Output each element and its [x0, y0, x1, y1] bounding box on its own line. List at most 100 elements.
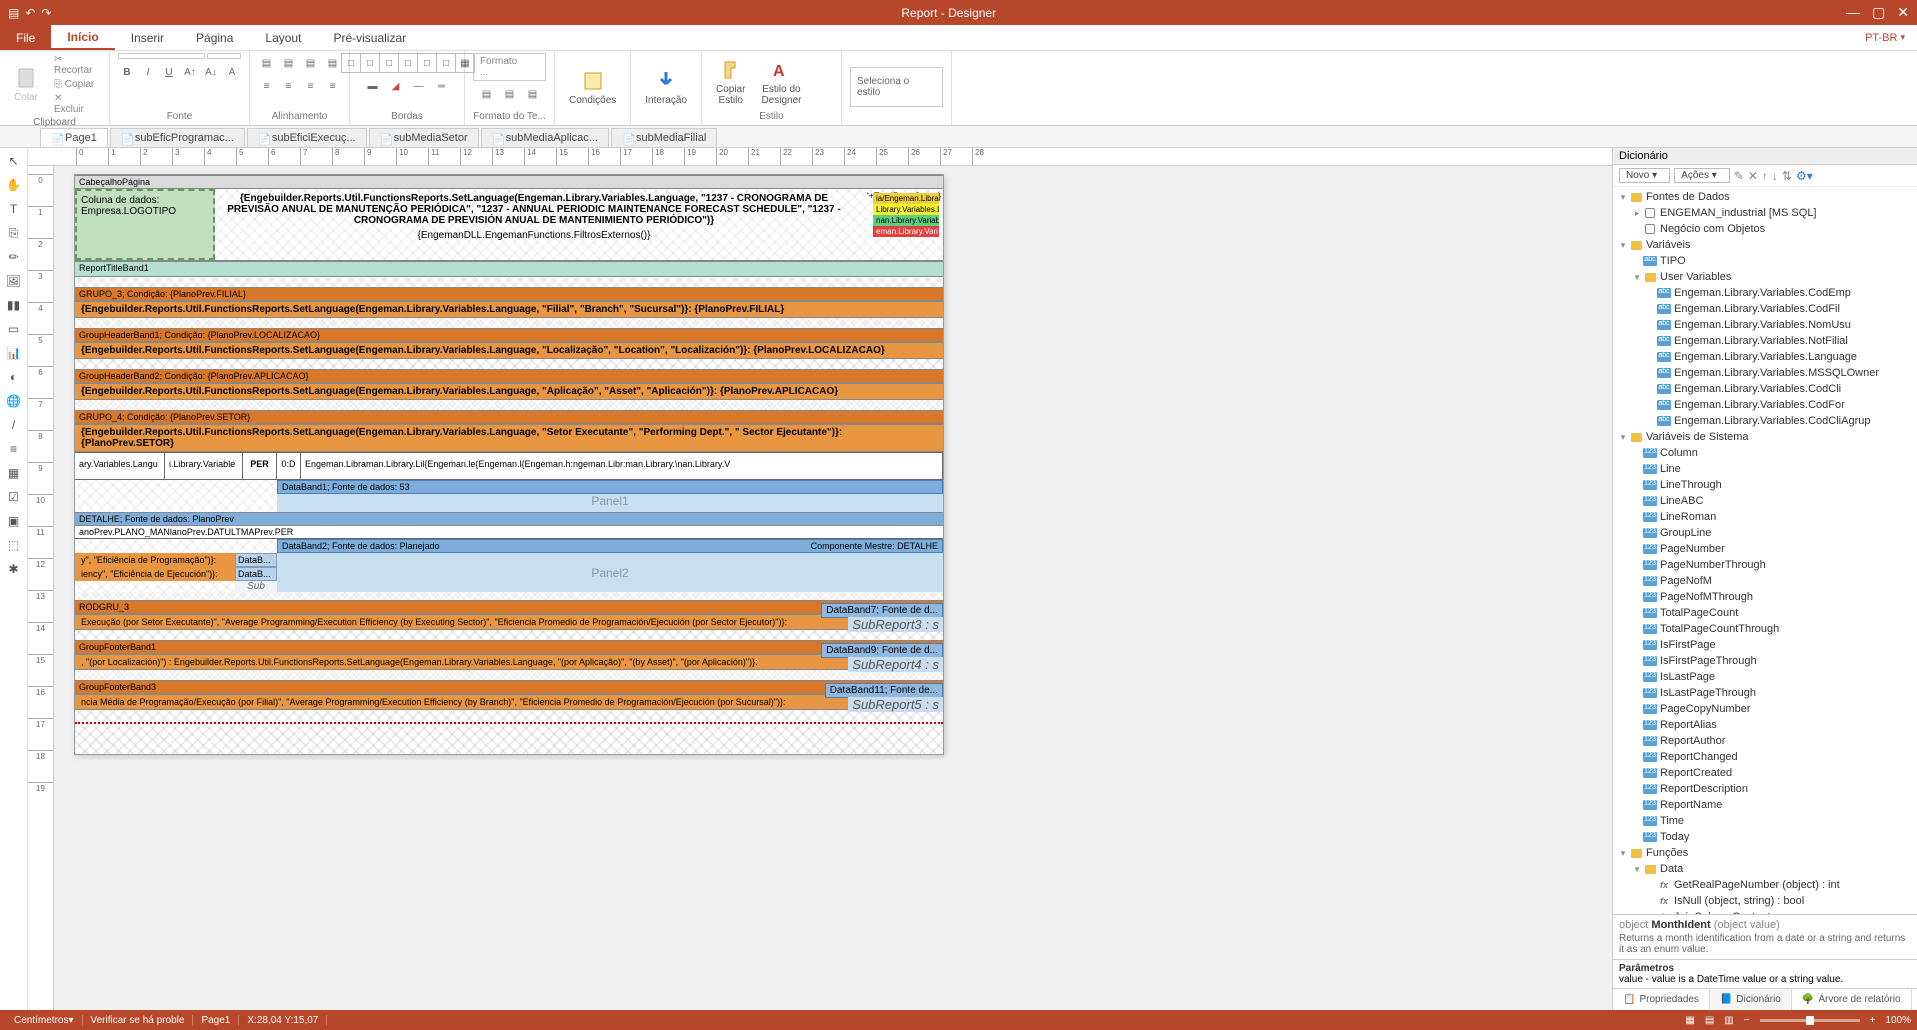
component-icon[interactable]: ⬚	[5, 536, 23, 554]
gf3-content[interactable]: ncia Média de Programação/Execução (por …	[75, 694, 943, 710]
conditions-button[interactable]: Condições	[563, 67, 622, 108]
shrink-font-icon[interactable]: A↓	[202, 62, 220, 82]
tree-item[interactable]: abcEngeman.Library.Variables.CodFil	[1613, 301, 1917, 317]
zoom-value[interactable]: 100%	[1885, 1015, 1911, 1026]
dict-down-icon[interactable]: ↓	[1772, 169, 1778, 183]
border-color-icon[interactable]: ◢	[386, 76, 406, 96]
doc-tab-1[interactable]: 📄subEficProgramac...	[110, 128, 245, 147]
dict-new-dropdown[interactable]: Novo ▾	[1619, 168, 1670, 183]
tree-item[interactable]: 123LineThrough	[1613, 477, 1917, 493]
databand1[interactable]: DataBand1; Fonte de dados: 53	[277, 480, 943, 494]
datab-chip-2[interactable]: DataB...	[235, 567, 277, 581]
fmt-3-icon[interactable]: ▤	[523, 84, 543, 104]
check-icon[interactable]: ☑	[5, 488, 23, 506]
border-weight-icon[interactable]: ═	[432, 76, 452, 96]
tree-item[interactable]: 123Line	[1613, 461, 1917, 477]
copy-tool-icon[interactable]: ⎘	[5, 224, 23, 242]
dict-tab-properties[interactable]: 📋 Propriedades	[1613, 989, 1710, 1010]
copy-button[interactable]: ⎘ Copiar	[48, 78, 101, 91]
tree-item[interactable]: fxGetRealPageNumber (object) : int	[1613, 877, 1917, 893]
report-title-band[interactable]: ReportTitleBand1	[75, 261, 943, 277]
tree-item[interactable]: ▾Fontes de Dados	[1613, 189, 1917, 205]
gf1-content[interactable]: , "(por Localización)") : Engebuilder.Re…	[75, 654, 943, 670]
chip-2[interactable]: Library.Variables.L	[873, 204, 939, 215]
status-units[interactable]: Centímetros▾	[6, 1015, 83, 1026]
chip-3[interactable]: nan.Library.Variabl	[873, 215, 939, 226]
fmt-1-icon[interactable]: ▤	[477, 84, 497, 104]
align-tc-icon[interactable]: ▤	[279, 53, 299, 73]
font-color-icon[interactable]: A	[223, 62, 241, 82]
sub-label[interactable]: Sub	[235, 581, 277, 592]
dict-edit-icon[interactable]: ✎	[1734, 169, 1744, 183]
tree-item[interactable]: 123PageNumber	[1613, 541, 1917, 557]
align-tj-icon[interactable]: ▤	[323, 53, 343, 73]
minimize-icon[interactable]: —	[1846, 4, 1860, 21]
file-tab[interactable]: File	[0, 25, 51, 50]
grupo3-text[interactable]: {Engebuilder.Reports.Util.FunctionsRepor…	[75, 301, 943, 318]
tree-item[interactable]: abcTIPO	[1613, 253, 1917, 269]
fill-color-icon[interactable]: ▬	[363, 76, 383, 96]
tree-item[interactable]: 123PageNofM	[1613, 573, 1917, 589]
bold-button[interactable]: B	[118, 62, 136, 82]
view-mode-3-icon[interactable]: ▥	[1724, 1015, 1733, 1026]
tree-item[interactable]: 123ReportAuthor	[1613, 733, 1917, 749]
doc-tab-5[interactable]: 📄subMediaFilial	[611, 128, 717, 147]
cross-icon[interactable]: ▦	[5, 464, 23, 482]
databand11[interactable]: DataBand11; Fonte de...	[825, 683, 943, 698]
border-4-icon[interactable]: □	[398, 53, 418, 73]
databand9[interactable]: DataBand9; Fonte de d...	[821, 643, 943, 658]
tab-pagina[interactable]: Página	[180, 25, 249, 50]
subreport5[interactable]: SubReport5 : s	[848, 697, 943, 712]
subreport-icon[interactable]: ▣	[5, 512, 23, 530]
zoom-out-icon[interactable]: −	[1744, 1015, 1750, 1026]
interaction-button[interactable]: Interação	[639, 67, 693, 108]
zoom-slider[interactable]	[1760, 1019, 1860, 1022]
subreport3[interactable]: SubReport3 : s	[848, 617, 943, 632]
detalhe-band[interactable]: DETALHE; Fonte de dados: PlanoPrev	[75, 512, 943, 526]
view-mode-2-icon[interactable]: ▤	[1705, 1015, 1714, 1026]
panel1[interactable]: Panel1	[277, 494, 943, 512]
chart-icon[interactable]: 📊	[5, 344, 23, 362]
tree-item[interactable]: abcEngeman.Library.Variables.MSSQLOwner	[1613, 365, 1917, 381]
tree-item[interactable]: 123Time	[1613, 813, 1917, 829]
tree-item[interactable]: abcEngeman.Library.Variables.CodEmp	[1613, 285, 1917, 301]
rodgru3-content[interactable]: Execução (por Setor Executante)", "Avera…	[75, 614, 943, 630]
fmt-2-icon[interactable]: ▤	[500, 84, 520, 104]
tree-item[interactable]: 123TotalPageCountThrough	[1613, 621, 1917, 637]
tree-item[interactable]: 123ReportName	[1613, 797, 1917, 813]
dict-settings-icon[interactable]: ⚙▾	[1796, 169, 1813, 183]
align-bl-icon[interactable]: ≡	[257, 76, 277, 96]
text-format-select[interactable]: Formato ...	[473, 53, 546, 81]
align-tl-icon[interactable]: ▤	[257, 53, 277, 73]
eff-prog[interactable]: y", "Eficiência de Programação")}:	[75, 553, 235, 567]
gf3[interactable]: GroupFooterBand3	[75, 680, 943, 694]
chip-4[interactable]: eman.Library.Vari	[873, 226, 939, 237]
font-family[interactable]	[118, 53, 205, 59]
band-icon[interactable]: ≡	[5, 440, 23, 458]
tree-item[interactable]: 123PageCopyNumber	[1613, 701, 1917, 717]
tree-item[interactable]: 123ReportChanged	[1613, 749, 1917, 765]
paste-button[interactable]: Colar	[8, 64, 44, 105]
dict-delete-icon[interactable]: ✕	[1748, 169, 1758, 183]
subreport4[interactable]: SubReport4 : s	[848, 657, 943, 672]
border-2-icon[interactable]: □	[360, 53, 380, 73]
status-verify[interactable]: Verificar se há proble	[83, 1015, 194, 1026]
tree-item[interactable]: 123IsLastPage	[1613, 669, 1917, 685]
tree-item[interactable]: 123PageNofMThrough	[1613, 589, 1917, 605]
tab-previsualizar[interactable]: Pré-visualizar	[317, 25, 422, 50]
border-5-icon[interactable]: □	[417, 53, 437, 73]
border-1-icon[interactable]: □	[341, 53, 361, 73]
barcode-icon[interactable]: ▮▮	[5, 296, 23, 314]
tree-item[interactable]: 123IsLastPageThrough	[1613, 685, 1917, 701]
border-6-icon[interactable]: □	[436, 53, 456, 73]
datab-chip-1[interactable]: DataB...	[235, 553, 277, 567]
language-selector[interactable]: PT-BR ▾	[1853, 25, 1917, 50]
tree-item[interactable]: abcEngeman.Library.Variables.CodCli	[1613, 381, 1917, 397]
databand7[interactable]: DataBand7; Fonte de d...	[821, 603, 943, 618]
gh1-text[interactable]: {Engebuilder.Reports.Util.FunctionsRepor…	[75, 342, 943, 359]
doc-tab-3[interactable]: 📄subMediaSetor	[369, 128, 479, 147]
pencil-icon[interactable]: ✏	[5, 248, 23, 266]
align-bc-icon[interactable]: ≡	[279, 76, 299, 96]
grow-font-icon[interactable]: A↑	[181, 62, 199, 82]
tree-item[interactable]: 123ReportDescription	[1613, 781, 1917, 797]
